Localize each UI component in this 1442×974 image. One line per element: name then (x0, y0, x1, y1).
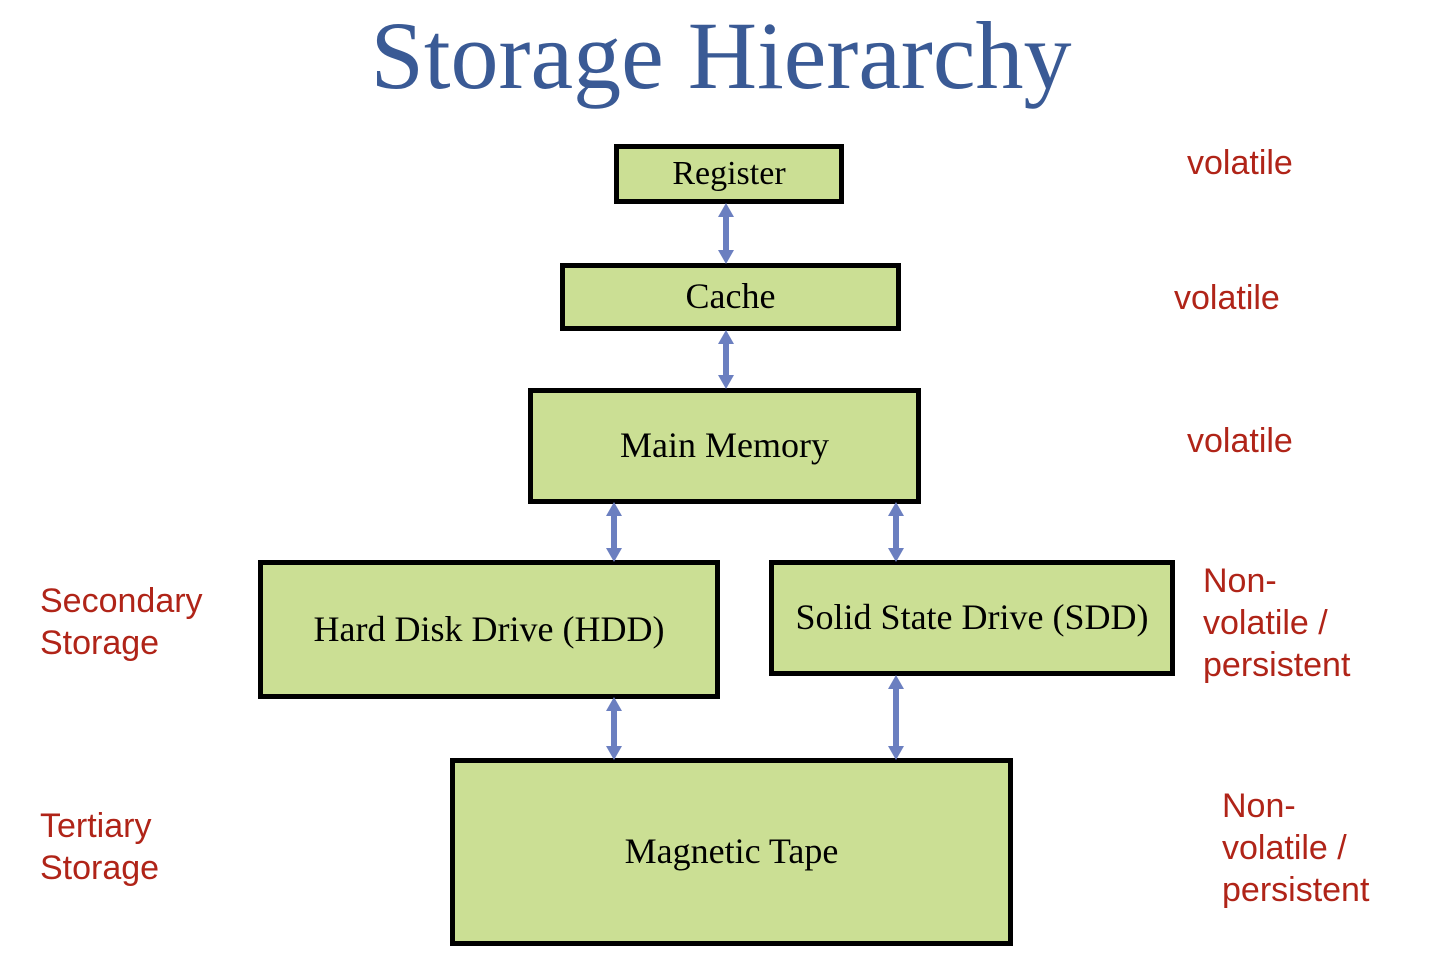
page-title: Storage Hierarchy (370, 2, 1072, 109)
annotation-volatile-main-memory: volatile (1187, 422, 1293, 460)
node-magnetic-tape: Magnetic Tape (450, 758, 1013, 946)
annotation-secondary-storage: Secondary Storage (40, 582, 203, 662)
storage-hierarchy-slide: Storage Hierarchy Register Cache Main Me… (0, 0, 1442, 974)
node-main-memory: Main Memory (528, 388, 921, 504)
node-hard-disk-drive: Hard Disk Drive (HDD) (258, 560, 720, 699)
double-arrow-icon-main-memory-ssd (883, 502, 909, 562)
annotation-nonvolatile-magnetic-tape: Non- volatile / persistent (1222, 787, 1370, 909)
double-arrow-icon-main-memory-hdd (601, 502, 627, 562)
node-register-label: Register (672, 155, 786, 193)
double-arrow-icon-hdd-magnetic-tape (601, 697, 627, 760)
double-arrow-icon-cache-main-memory (713, 330, 739, 389)
annotation-volatile-register: volatile (1187, 144, 1293, 182)
annotation-volatile-cache: volatile (1174, 279, 1280, 317)
node-register: Register (614, 144, 844, 204)
node-cache: Cache (560, 263, 901, 331)
node-hard-disk-drive-label: Hard Disk Drive (HDD) (313, 608, 665, 649)
node-magnetic-tape-label: Magnetic Tape (624, 831, 839, 872)
node-solid-state-drive-label: Solid State Drive (SDD) (795, 597, 1149, 638)
node-main-memory-label: Main Memory (620, 425, 829, 466)
double-arrow-icon-register-cache (713, 203, 739, 264)
node-cache-label: Cache (685, 276, 776, 317)
node-solid-state-drive: Solid State Drive (SDD) (769, 560, 1175, 676)
double-arrow-icon-ssd-magnetic-tape (883, 675, 909, 760)
annotation-nonvolatile-ssd: Non- volatile / persistent (1203, 562, 1351, 684)
annotation-tertiary-storage: Tertiary Storage (40, 807, 160, 887)
